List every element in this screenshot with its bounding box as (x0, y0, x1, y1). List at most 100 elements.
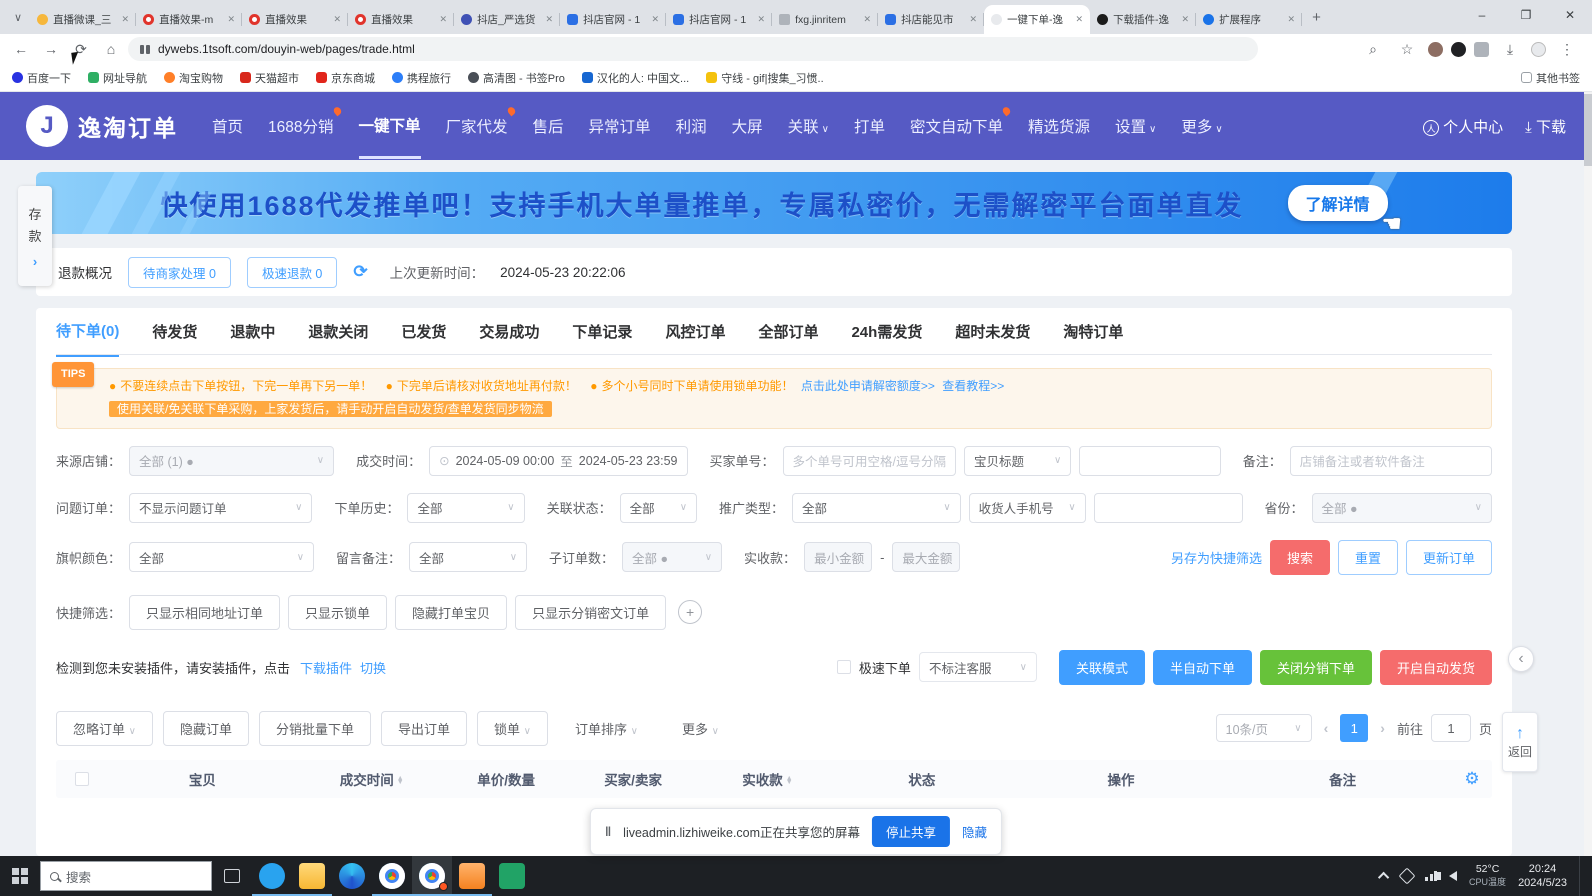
receiver-phone-input[interactable] (1094, 493, 1243, 523)
profile-avatar[interactable] (1531, 42, 1546, 57)
tab-shipped[interactable]: 已发货 (401, 308, 446, 356)
nav-item-settings[interactable]: 设置∨ (1115, 95, 1156, 157)
tab-order-records[interactable]: 下单记录 (572, 308, 632, 356)
tab-close-icon[interactable]: ✕ (758, 14, 766, 25)
menu-kebab-icon[interactable]: ⋮ (1554, 37, 1580, 61)
no-cs-select[interactable]: 不标注客服∨ (919, 652, 1037, 682)
nav-item-factory-dropship[interactable]: 厂家代发 (446, 95, 508, 157)
buyer-no-input[interactable]: 多个单号可用空格/逗号分隔 (783, 446, 956, 476)
receiver-phone-select[interactable]: 收货人手机号∨ (969, 493, 1086, 523)
browser-tab[interactable]: 抖店官网 - 1✕ (560, 5, 666, 34)
remark-input[interactable]: 店铺备注或者软件备注 (1290, 446, 1492, 476)
order-sort-button[interactable]: 订单排序 ∨ (558, 711, 655, 746)
tab-overdue-unshipped[interactable]: 超时未发货 (955, 308, 1030, 356)
sort-icon[interactable]: ▲▼ (786, 777, 793, 785)
promo-type-select[interactable]: 全部∨ (792, 493, 961, 523)
save-quick-filter-link[interactable]: 另存为快捷筛选 (1171, 548, 1262, 567)
tab-close-icon[interactable]: ✕ (1076, 14, 1084, 25)
browser-tab[interactable]: fxg.jinritem✕ (772, 5, 878, 34)
extension-monkey-icon[interactable] (1428, 42, 1443, 57)
tab-all-orders[interactable]: 全部订单 (758, 308, 818, 356)
back-button[interactable]: ← (8, 37, 34, 61)
minimize-button[interactable]: – (1460, 8, 1504, 22)
bookmark-item[interactable]: 携程旅行 (392, 70, 451, 86)
browser-tab[interactable]: 抖店_严选货✕ (454, 5, 560, 34)
browser-tab[interactable]: 直播微课_三✕ (30, 5, 136, 34)
tab-taote-orders[interactable]: 淘特订单 (1063, 308, 1123, 356)
browser-tab[interactable]: 抖店能见市✕ (878, 5, 984, 34)
browser-tab-active[interactable]: 一键下单-逸✕ (984, 5, 1090, 34)
tab-close-icon[interactable]: ✕ (546, 14, 554, 25)
network-icon[interactable] (1425, 871, 1437, 881)
taskbar-app-notes[interactable] (452, 856, 492, 896)
tab-trade-success[interactable]: 交易成功 (479, 308, 539, 356)
prev-page-icon[interactable]: ‹ (1320, 720, 1333, 736)
nav-item-selected-sources[interactable]: 精选货源 (1028, 95, 1090, 157)
reset-button[interactable]: 重置 (1338, 540, 1398, 575)
problem-order-select[interactable]: 不显示问题订单∨ (129, 493, 312, 523)
download-plugin-link[interactable]: 下载插件 (300, 658, 352, 677)
tab-close-icon[interactable]: ✕ (440, 14, 448, 25)
nav-item-home[interactable]: 首页 (212, 95, 243, 157)
tab-close-icon[interactable]: ✕ (228, 14, 236, 25)
title-field-select[interactable]: 宝贝标题∨ (964, 446, 1071, 476)
taskbar-app-chrome[interactable] (372, 856, 412, 896)
extensions-puzzle-icon[interactable] (1474, 42, 1489, 57)
page-size-select[interactable]: 10条/页∨ (1216, 714, 1312, 742)
nav-item-more[interactable]: 更多∨ (1181, 95, 1222, 157)
bookmark-item[interactable]: 网址导航 (88, 70, 147, 86)
pen-icon[interactable] (1399, 868, 1416, 885)
taskbar-app-explorer[interactable] (292, 856, 332, 896)
semi-auto-order-button[interactable]: 半自动下单 (1153, 650, 1252, 685)
new-tab-button[interactable]: + (1302, 9, 1331, 26)
taskbar-app-edge[interactable] (332, 856, 372, 896)
nav-item-aftersale[interactable]: 售后 (533, 95, 564, 157)
paid-min-input[interactable]: 最小金额 (804, 542, 872, 572)
fast-order-checkbox[interactable] (837, 660, 851, 674)
taskbar-app-messenger[interactable] (252, 856, 292, 896)
deal-time-range-input[interactable]: ⊙2024-05-09 00:00至2024-05-23 23:59 (429, 446, 687, 476)
volume-icon[interactable] (1449, 871, 1457, 881)
nav-item-cipher-auto-order[interactable]: 密文自动下单 (910, 95, 1003, 157)
site-info-icon[interactable] (140, 45, 150, 54)
bookmark-item[interactable]: 百度一下 (12, 70, 71, 86)
relation-status-select[interactable]: 全部∨ (620, 493, 697, 523)
stop-sharing-button[interactable]: 停止共享 (872, 816, 950, 847)
tab-to-ship[interactable]: 待发货 (152, 308, 197, 356)
next-page-icon[interactable]: › (1376, 720, 1389, 736)
quick-locked-only-button[interactable]: 只显示锁单 (288, 595, 387, 630)
relation-mode-button[interactable]: 关联模式 (1059, 650, 1145, 685)
nav-item-abnormal-orders[interactable]: 异常订单 (589, 95, 651, 157)
browser-tab[interactable]: 扩展程序✕ (1196, 5, 1302, 34)
bookmark-item[interactable]: 高清图 - 书签Pro (468, 70, 565, 86)
nav-item-relation[interactable]: 关联∨ (788, 95, 829, 157)
more-actions-button[interactable]: 更多 ∨ (665, 711, 736, 746)
batch-distribution-order-button[interactable]: 分销批量下单 (259, 711, 371, 746)
bookmark-item[interactable]: 淘宝购物 (164, 70, 223, 86)
tab-risk-orders[interactable]: 风控订单 (665, 308, 725, 356)
lock-order-button[interactable]: 锁单 ∨ (477, 711, 548, 746)
tab-close-icon[interactable]: ✕ (1182, 14, 1190, 25)
bookmark-item[interactable]: 天猫超市 (240, 70, 299, 86)
start-button[interactable] (0, 856, 40, 896)
tab-close-icon[interactable]: ✕ (334, 14, 342, 25)
scrollbar-thumb[interactable] (1584, 94, 1592, 166)
downloads-icon[interactable]: ⤓ (1497, 37, 1523, 61)
quick-same-address-button[interactable]: 只显示相同地址订单 (129, 595, 280, 630)
tab-close-icon[interactable]: ✕ (122, 14, 130, 25)
title-keyword-input[interactable] (1079, 446, 1220, 476)
col-deal-time[interactable]: 成交时间▲▼ (297, 769, 446, 789)
side-collapsed-panel[interactable]: 存 款 › (18, 186, 52, 286)
switch-link[interactable]: 切换 (360, 658, 386, 677)
update-orders-button[interactable]: 更新订单 (1406, 540, 1492, 575)
close-distribution-button[interactable]: 关闭分销下单 (1260, 650, 1372, 685)
extension-black-icon[interactable] (1451, 42, 1466, 57)
tray-expand-caret-icon[interactable] (1378, 872, 1389, 883)
cpu-temp-widget[interactable]: 52°CCPU温度 (1469, 863, 1506, 888)
home-button[interactable]: ⌂ (98, 37, 124, 61)
province-select[interactable]: 全部 ●∨ (1312, 493, 1492, 523)
search-button[interactable]: 搜索 (1270, 540, 1330, 575)
task-view-button[interactable] (212, 856, 252, 896)
site-logo[interactable]: J 逸淘订单 (26, 105, 178, 147)
banner-detail-button[interactable]: 了解详情☚ (1288, 185, 1388, 221)
